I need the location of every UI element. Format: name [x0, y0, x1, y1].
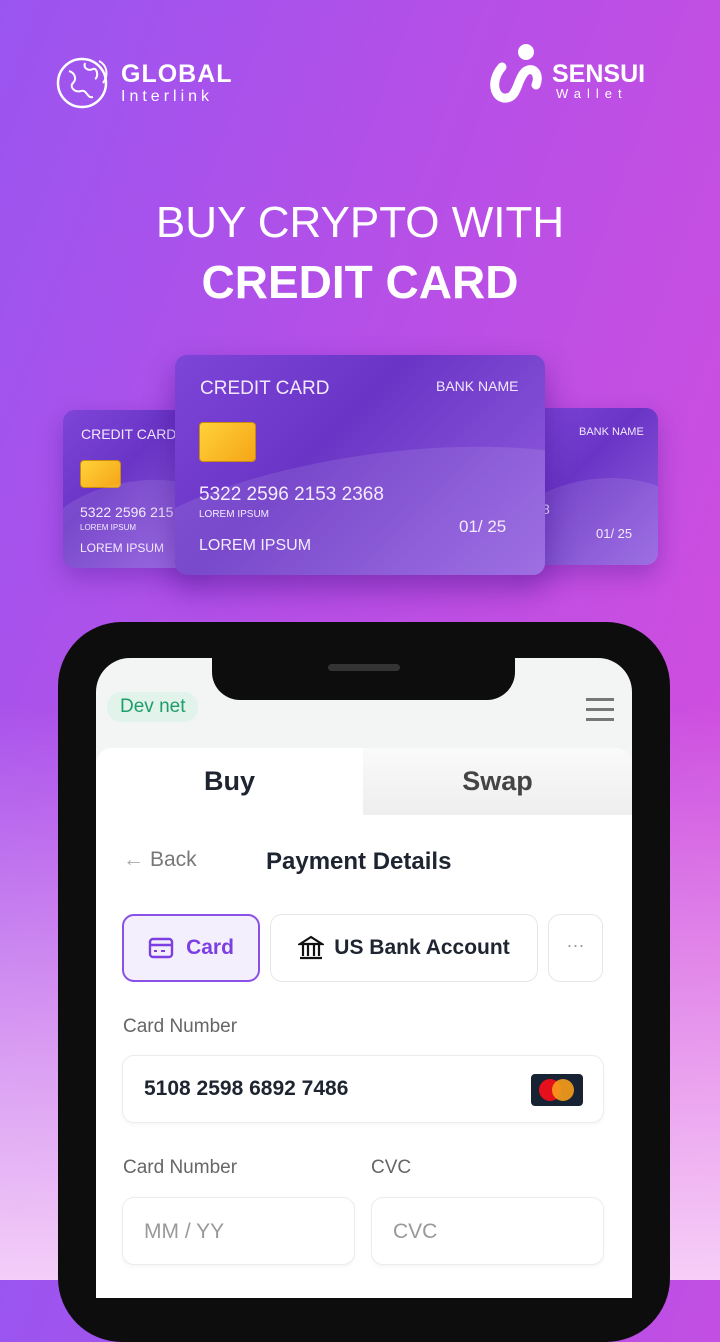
arrow-left-icon: ←	[123, 848, 144, 871]
phone-screen: Dev net Swap Buy ← Back Payment Details C…	[96, 658, 632, 1298]
tab-buy-label: Buy	[203, 766, 255, 796]
mastercard-icon	[531, 1074, 583, 1106]
card-number-value: 5108 2598 6892 7486	[144, 1077, 349, 1100]
expiry-input[interactable]: MM / YY	[122, 1197, 355, 1265]
cvc-placeholder: CVC	[393, 1220, 438, 1243]
page-title: Payment Details	[266, 848, 452, 875]
sensui-logo-name: SENSUI	[552, 60, 646, 88]
tab-buy[interactable]: Buy	[96, 748, 363, 815]
card-bank: BANK NAME	[579, 426, 644, 438]
method-card-button[interactable]: Card	[122, 914, 260, 982]
method-card-label: Card	[186, 936, 234, 959]
back-label: Back	[150, 848, 197, 871]
chip-icon	[199, 422, 256, 462]
back-button[interactable]: ← Back	[123, 848, 197, 872]
card-small-text: LOREM IPSUM	[80, 523, 137, 532]
card-number: 5322 2596 215	[80, 504, 174, 520]
global-logo-name: GLOBAL	[121, 60, 233, 88]
credit-card-front: CREDIT CARD BANK NAME 5322 2596 2153 236…	[175, 355, 545, 575]
method-bank-button[interactable]: US Bank Account	[270, 914, 538, 982]
card-number-label: Card Number	[123, 1016, 238, 1037]
expiry-label: Card Number	[123, 1157, 238, 1178]
menu-icon[interactable]	[586, 698, 614, 721]
more-methods-button[interactable]: ···	[548, 914, 603, 982]
chip-icon	[80, 460, 121, 488]
tab-swap-label: Swap	[462, 766, 533, 796]
sensui-logo-sub: Wallet	[556, 86, 628, 101]
bank-icon	[298, 935, 325, 960]
tab-swap[interactable]: Swap	[363, 748, 632, 815]
cvc-input[interactable]: CVC	[371, 1197, 604, 1265]
card-type: CREDIT CARD	[200, 378, 330, 399]
card-type: CREDIT CARD	[81, 426, 177, 442]
card-bank: BANK NAME	[436, 378, 519, 394]
headline-line2: CREDIT CARD	[201, 256, 519, 308]
card-holder: LOREM IPSUM	[199, 537, 312, 554]
card-small-text: LOREM IPSUM	[199, 509, 270, 520]
card-holder: LOREM IPSUM	[80, 541, 165, 555]
global-logo-sub: Interlink	[121, 88, 214, 105]
card-number-input[interactable]: 5108 2598 6892 7486	[122, 1055, 604, 1123]
sensui-mark-icon	[490, 44, 542, 103]
headline-line1: BUY CRYPTO WITH	[155, 198, 565, 247]
card-expiry: 01/ 25	[596, 526, 633, 541]
phone-notch	[212, 658, 515, 700]
card-number: 5322 2596 2153 2368	[199, 484, 384, 505]
expiry-placeholder: MM / YY	[144, 1220, 225, 1243]
globe-icon	[56, 57, 108, 109]
card-expiry: 01/ 25	[459, 517, 507, 536]
cvc-label: CVC	[371, 1157, 412, 1178]
method-bank-label: US Bank Account	[334, 936, 510, 959]
credit-card-icon	[148, 937, 174, 959]
network-badge[interactable]: Dev net	[107, 692, 199, 722]
